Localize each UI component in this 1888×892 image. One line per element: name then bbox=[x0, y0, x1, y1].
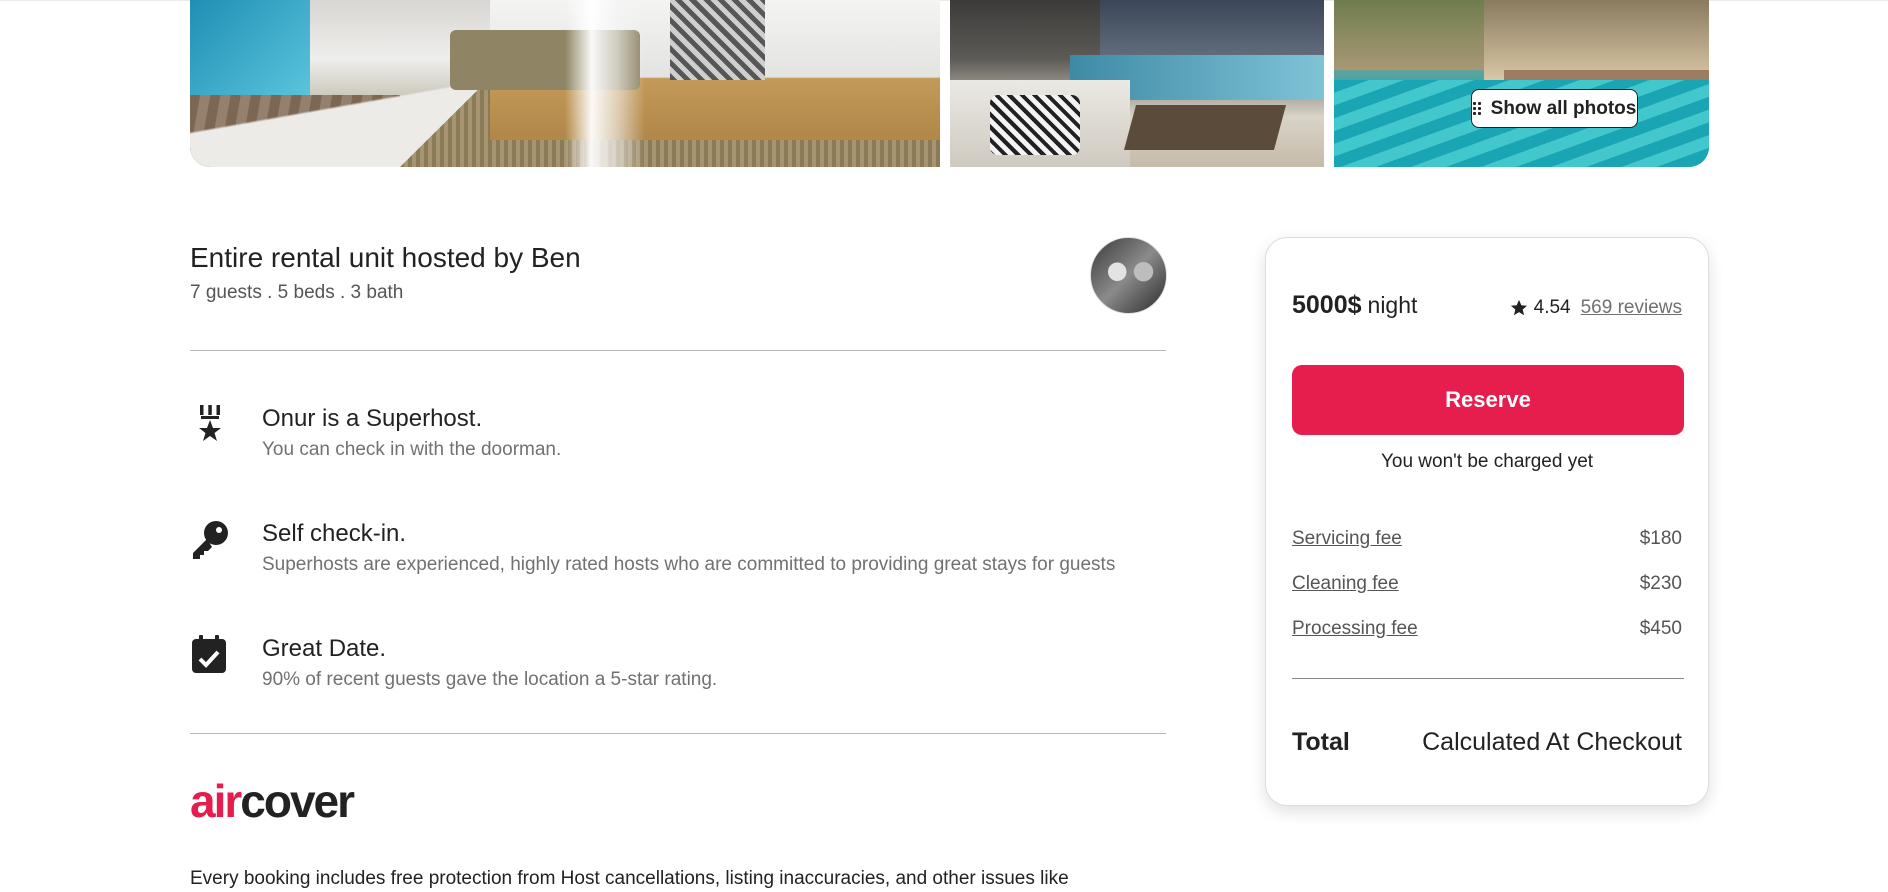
reserve-button[interactable]: Reserve bbox=[1292, 365, 1684, 435]
reviews-link[interactable]: 569 reviews bbox=[1581, 297, 1682, 319]
price-row: 5000$ night 4.54 569 reviews bbox=[1292, 291, 1682, 325]
feature-title: Onur is a Superhost. bbox=[262, 405, 483, 432]
fee-amount: $230 bbox=[1639, 573, 1682, 594]
section-divider bbox=[190, 350, 1166, 351]
price-unit: night bbox=[1367, 292, 1418, 318]
card-divider bbox=[1292, 678, 1684, 679]
total-value: Calculated At Checkout bbox=[1422, 728, 1682, 756]
show-all-photos-button[interactable]: Show all photos bbox=[1471, 89, 1638, 128]
feature-description: You can check in with the doorman. bbox=[262, 439, 562, 460]
aircover-logo: aircover bbox=[190, 775, 355, 827]
rating-summary: 4.54 569 reviews bbox=[1510, 297, 1682, 319]
gallery-photo-pool[interactable] bbox=[1334, 0, 1709, 167]
star-icon bbox=[1510, 299, 1527, 316]
host-avatar[interactable] bbox=[1090, 237, 1167, 314]
fee-label[interactable]: Processing fee bbox=[1292, 618, 1418, 640]
fee-row-cleaning: Cleaning fee $230 bbox=[1292, 573, 1682, 595]
calendar-check-icon bbox=[192, 635, 226, 673]
rating-value: 4.54 bbox=[1533, 297, 1571, 318]
feature-description: 90% of recent guests gave the location a… bbox=[262, 669, 718, 690]
superhost-badge-icon bbox=[199, 405, 221, 441]
gallery-photo-living-room[interactable] bbox=[950, 0, 1324, 167]
booking-card: 5000$ night 4.54 569 reviews Reserve You … bbox=[1265, 237, 1709, 806]
aircover-logo-air: air bbox=[190, 775, 242, 827]
listing-summary: 7 guests . 5 beds . 3 bath bbox=[190, 282, 404, 303]
aircover-logo-cover: cover bbox=[240, 775, 355, 827]
gallery-photo-main[interactable] bbox=[190, 0, 940, 167]
feature-description: Superhosts are experienced, highly rated… bbox=[262, 554, 1116, 575]
fee-label[interactable]: Cleaning fee bbox=[1292, 573, 1399, 595]
key-icon bbox=[193, 521, 228, 559]
total-row: Total Calculated At Checkout bbox=[1292, 728, 1682, 757]
total-label: Total bbox=[1292, 728, 1350, 756]
feature-title: Great Date. bbox=[262, 635, 387, 662]
show-all-photos-label: Show all photos bbox=[1490, 97, 1637, 119]
nightly-price: 5000$ bbox=[1292, 291, 1362, 319]
photo-gallery bbox=[190, 0, 1709, 167]
fee-row-servicing: Servicing fee $180 bbox=[1292, 528, 1682, 550]
fee-amount: $180 bbox=[1639, 528, 1682, 549]
feature-title: Self check-in. bbox=[262, 520, 407, 547]
fee-label[interactable]: Servicing fee bbox=[1292, 528, 1402, 550]
section-divider bbox=[190, 733, 1166, 734]
fee-row-processing: Processing fee $450 bbox=[1292, 618, 1682, 640]
fee-amount: $450 bbox=[1639, 618, 1682, 639]
aircover-description: Every booking includes free protection f… bbox=[190, 868, 1069, 889]
no-charge-note: You won't be charged yet bbox=[1380, 451, 1594, 472]
dots-grid-icon bbox=[1472, 102, 1481, 115]
listing-title: Entire rental unit hosted by Ben bbox=[190, 242, 581, 273]
